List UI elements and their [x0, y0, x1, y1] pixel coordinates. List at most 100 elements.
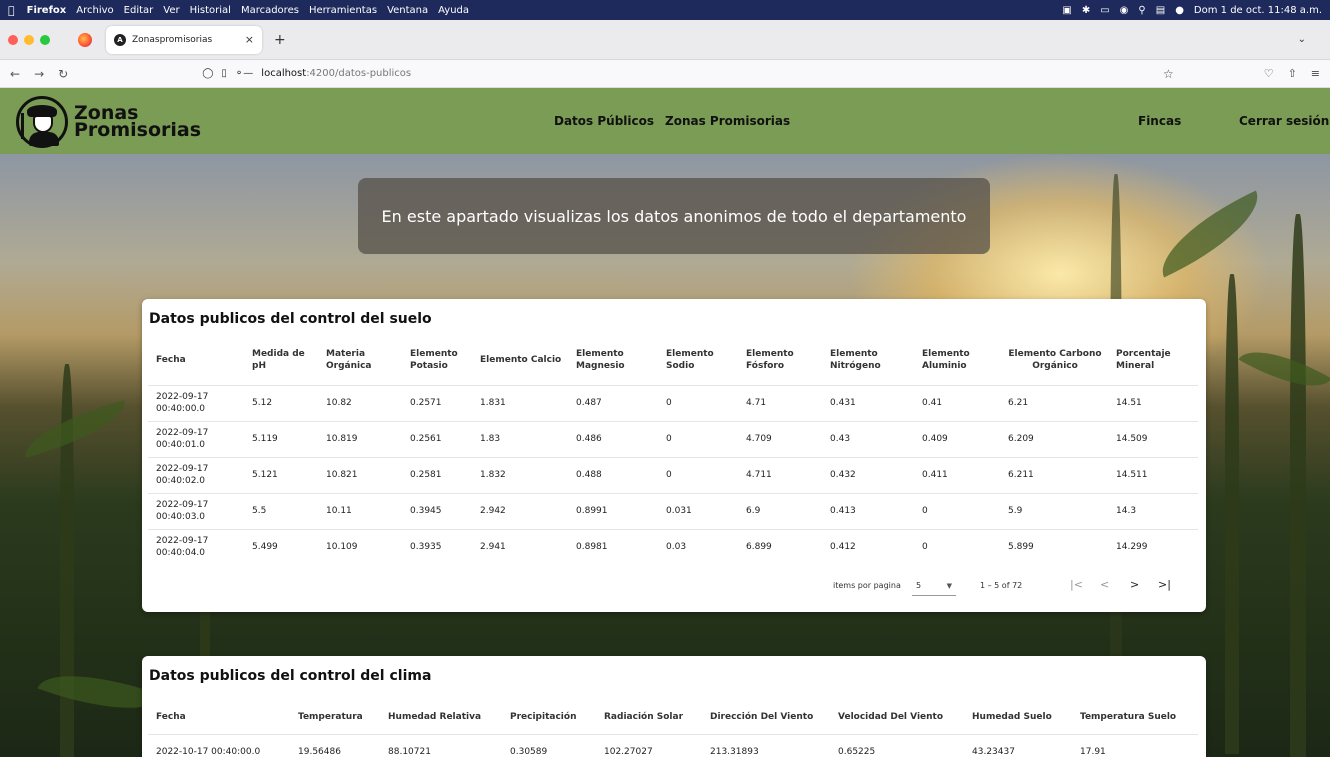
bookmark-star-icon[interactable]: ☆: [1163, 67, 1174, 81]
bluetooth-icon[interactable]: ✱: [1082, 5, 1090, 16]
table-cell: 0: [658, 456, 738, 493]
apple-icon[interactable]: : [8, 4, 15, 17]
control-center-icon[interactable]: ▤: [1156, 5, 1165, 16]
table-cell: 0.03: [658, 528, 738, 565]
next-page-icon[interactable]: >: [1130, 578, 1139, 591]
col-velocidad-viento[interactable]: Velocidad Del Viento: [830, 700, 964, 734]
col-fosforo[interactable]: Elemento Fósforo: [738, 335, 822, 385]
browser-tab[interactable]: A Zonaspromisorias ×: [106, 25, 262, 54]
col-temperatura-suelo[interactable]: Temperatura Suelo: [1072, 700, 1198, 734]
spotlight-search-icon[interactable]: ⚲: [1138, 5, 1145, 16]
table-cell: 19.56486: [290, 733, 380, 757]
col-porcentaje-mineral[interactable]: Porcentaje Mineral: [1108, 335, 1198, 385]
menu-ventana[interactable]: Ventana: [387, 5, 428, 16]
back-arrow-icon[interactable]: ←: [10, 67, 20, 81]
table-row[interactable]: 2022-09-17 00:40:04.0 5.499 10.109 0.3935 2.…: [148, 528, 1198, 565]
col-aluminio[interactable]: Elemento Aluminio: [914, 335, 1000, 385]
menu-historial[interactable]: Historial: [190, 5, 231, 16]
menu-archivo[interactable]: Archivo: [76, 5, 113, 16]
col-humedad-suelo[interactable]: Humedad Suelo: [964, 700, 1072, 734]
table-cell: 43.23437: [964, 733, 1072, 757]
key-icon[interactable]: ⚬—: [235, 68, 253, 79]
col-humedad-relativa[interactable]: Humedad Relativa: [380, 700, 502, 734]
col-potasio[interactable]: Elemento Potasio: [402, 335, 472, 385]
col-fecha[interactable]: Fecha: [148, 335, 244, 385]
zoom-window-button[interactable]: [40, 34, 50, 45]
col-nitrogeno[interactable]: Elemento Nitrógeno: [822, 335, 914, 385]
table-row[interactable]: 2022-10-17 00:40:00.0 19.56486 88.10721 0.3…: [148, 733, 1198, 757]
dropdown-caret-icon: ▼: [946, 582, 952, 590]
table-cell: 6.211: [1000, 456, 1108, 493]
table-cell: 17.91: [1072, 733, 1198, 757]
table-cell: 0: [658, 384, 738, 421]
nav-cerrar-sesion[interactable]: Cerrar sesión: [1239, 88, 1329, 154]
pocket-icon[interactable]: ♡: [1264, 67, 1274, 80]
table-cell: 0.409: [914, 420, 1000, 457]
close-window-button[interactable]: [8, 34, 18, 45]
menu-herramientas[interactable]: Herramientas: [309, 5, 377, 16]
first-page-icon[interactable]: |<: [1070, 578, 1083, 591]
previous-page-icon[interactable]: <: [1100, 578, 1109, 591]
menu-ver[interactable]: Ver: [163, 5, 179, 16]
list-tabs-chevron-icon[interactable]: ⌄: [1298, 34, 1306, 45]
col-materia-organica[interactable]: Materia Orgánica: [318, 335, 402, 385]
page-size-value: 5: [916, 581, 922, 590]
table-cell: 0: [914, 528, 1000, 565]
logo-text: Zonas Promisorias: [74, 104, 202, 141]
table-cell: 1.831: [472, 384, 568, 421]
table-cell: 88.10721: [380, 733, 502, 757]
battery-icon[interactable]: ▭: [1100, 5, 1109, 16]
nav-datos-publicos[interactable]: Datos Públicos: [554, 88, 654, 154]
table-cell: 0: [658, 420, 738, 457]
col-temperatura[interactable]: Temperatura: [290, 700, 380, 734]
reload-icon[interactable]: ↻: [58, 67, 68, 81]
firefox-view-icon[interactable]: [78, 32, 92, 47]
page-size-select[interactable]: 5 ▼: [912, 576, 956, 596]
logo-line-2: Promisorias: [74, 119, 202, 141]
col-sodio[interactable]: Elemento Sodio: [658, 335, 738, 385]
table-row[interactable]: 2022-09-17 00:40:02.0 5.121 10.821 0.2581 1.…: [148, 456, 1198, 493]
menubar-clock[interactable]: Dom 1 de oct. 11:48 a.m.: [1194, 5, 1322, 16]
siri-icon[interactable]: ●: [1175, 5, 1184, 16]
col-ph[interactable]: Medida de pH: [244, 335, 318, 385]
table-cell: 0: [914, 492, 1000, 529]
menu-editar[interactable]: Editar: [124, 5, 154, 16]
table-cell: 1.832: [472, 456, 568, 493]
table-row[interactable]: 2022-09-17 00:40:03.0 5.5 10.11 0.3945 2.942…: [148, 492, 1198, 529]
table-cell: 5.119: [244, 420, 318, 457]
nav-fincas[interactable]: Fincas: [1138, 88, 1181, 154]
menu-marcadores[interactable]: Marcadores: [241, 5, 299, 16]
url-bar[interactable]: ◯ ▯ ⚬— localhost:4200/datos-publicos: [202, 68, 411, 79]
menu-firefox[interactable]: Firefox: [27, 5, 67, 16]
share-icon[interactable]: ⇧: [1288, 67, 1297, 80]
table-cell: 4.709: [738, 420, 822, 457]
status-app-icon[interactable]: ▣: [1062, 5, 1071, 16]
url-path: :4200/datos-publicos: [306, 68, 412, 79]
shield-icon[interactable]: ◯: [202, 68, 213, 79]
table-cell: 0.3935: [402, 528, 472, 565]
wifi-icon[interactable]: ◉: [1120, 5, 1129, 16]
new-tab-icon[interactable]: +: [274, 32, 286, 48]
table-row[interactable]: 2022-09-17 00:40:01.0 5.119 10.819 0.2561 1.…: [148, 420, 1198, 457]
col-radiacion-solar[interactable]: Radiación Solar: [596, 700, 702, 734]
menu-hamburger-icon[interactable]: ≡: [1311, 67, 1320, 80]
col-carbono-organico[interactable]: Elemento Carbono Orgánico: [1000, 335, 1108, 385]
last-page-icon[interactable]: >|: [1158, 578, 1171, 591]
table-cell: 0.2561: [402, 420, 472, 457]
col-calcio[interactable]: Elemento Calcio: [472, 335, 568, 385]
table-cell: 4.711: [738, 456, 822, 493]
col-direccion-viento[interactable]: Dirección Del Viento: [702, 700, 830, 734]
minimize-window-button[interactable]: [24, 34, 34, 45]
col-precipitacion[interactable]: Precipitación: [502, 700, 596, 734]
table-cell: 6.899: [738, 528, 822, 565]
forward-arrow-icon[interactable]: →: [34, 67, 44, 81]
close-tab-icon[interactable]: ×: [245, 33, 254, 46]
nav-zonas-promisorias[interactable]: Zonas Promisorias: [665, 88, 790, 154]
col-fecha[interactable]: Fecha: [148, 700, 290, 734]
menu-ayuda[interactable]: Ayuda: [438, 5, 469, 16]
table-cell: 10.821: [318, 456, 402, 493]
table-row[interactable]: 2022-09-17 00:40:00.0 5.12 10.82 0.2571 1.83…: [148, 384, 1198, 421]
table-cell: 0.488: [568, 456, 658, 493]
site-logo[interactable]: Zonas Promisorias: [16, 96, 201, 148]
col-magnesio[interactable]: Elemento Magnesio: [568, 335, 658, 385]
